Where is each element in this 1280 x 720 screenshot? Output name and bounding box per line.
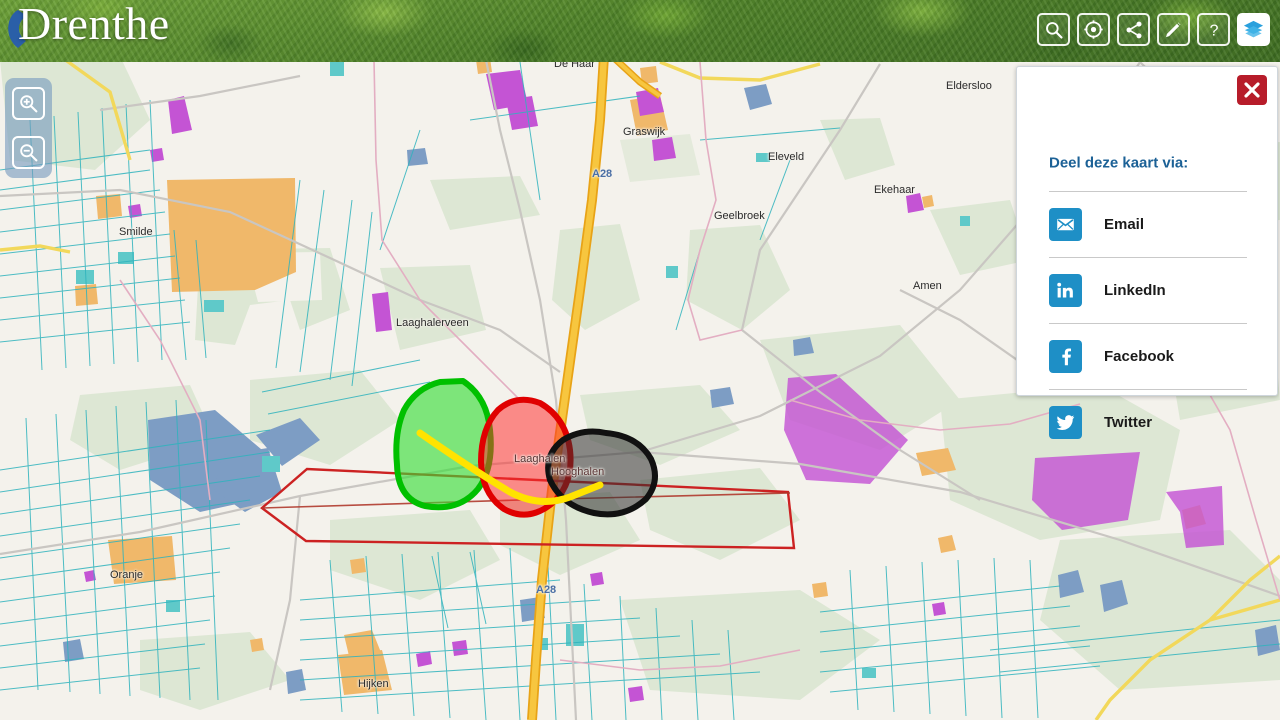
drawn-area-green [393,378,494,511]
locate-icon[interactable] [1077,13,1110,46]
share-option-label: Twitter [1104,414,1153,431]
linkedin-glyph [1057,282,1073,298]
email-icon [1049,208,1082,241]
share-options-list: Email LinkedIn Facebook Twitter [1049,191,1247,455]
twitter-bird-glyph [1056,415,1075,430]
search-icon[interactable] [1037,13,1070,46]
svg-text:?: ? [1209,22,1218,39]
locate-glyph [1084,20,1103,39]
header-toolbar: ? [1037,13,1270,46]
layers-glyph [1243,20,1264,38]
share-panel: Deel deze kaart via: Email LinkedIn Face… [1016,66,1278,439]
app-header: Drenthe ? [0,0,1280,62]
close-icon[interactable] [1237,75,1267,105]
share-option-linkedin[interactable]: LinkedIn [1049,257,1247,323]
share-option-label: Facebook [1104,348,1175,365]
facebook-glyph [1062,348,1072,366]
share-option-facebook[interactable]: Facebook [1049,323,1247,389]
share-option-email[interactable]: Email [1049,191,1247,257]
zoom-in-icon [20,95,38,113]
search-glyph [1045,21,1063,39]
share-option-label: LinkedIn [1104,282,1166,299]
draw-pen-icon[interactable] [1157,13,1190,46]
twitter-icon [1049,406,1082,439]
share-icon[interactable] [1117,13,1150,46]
share-option-twitter[interactable]: Twitter [1049,389,1247,455]
close-x-glyph [1244,82,1260,98]
share-option-label: Email [1104,216,1145,233]
zoom-out-button[interactable] [12,136,45,169]
linkedin-icon [1049,274,1082,307]
zoom-control-panel [5,78,52,178]
map-application: De Haar Graswijk Eleveld Eldersloo Ekehaar Ge… [0,0,1280,720]
pen-glyph [1166,22,1181,37]
zoom-out-icon [20,144,38,162]
envelope-glyph [1057,218,1074,231]
facebook-icon [1049,340,1082,373]
logo-text: Drenthe [18,0,170,49]
help-icon[interactable]: ? [1197,13,1230,46]
share-glyph [1126,21,1141,38]
zoom-in-button[interactable] [12,87,45,120]
layers-icon[interactable] [1237,13,1270,46]
question-mark-glyph: ? [1209,22,1218,39]
share-panel-title: Deel deze kaart via: [1049,154,1189,172]
